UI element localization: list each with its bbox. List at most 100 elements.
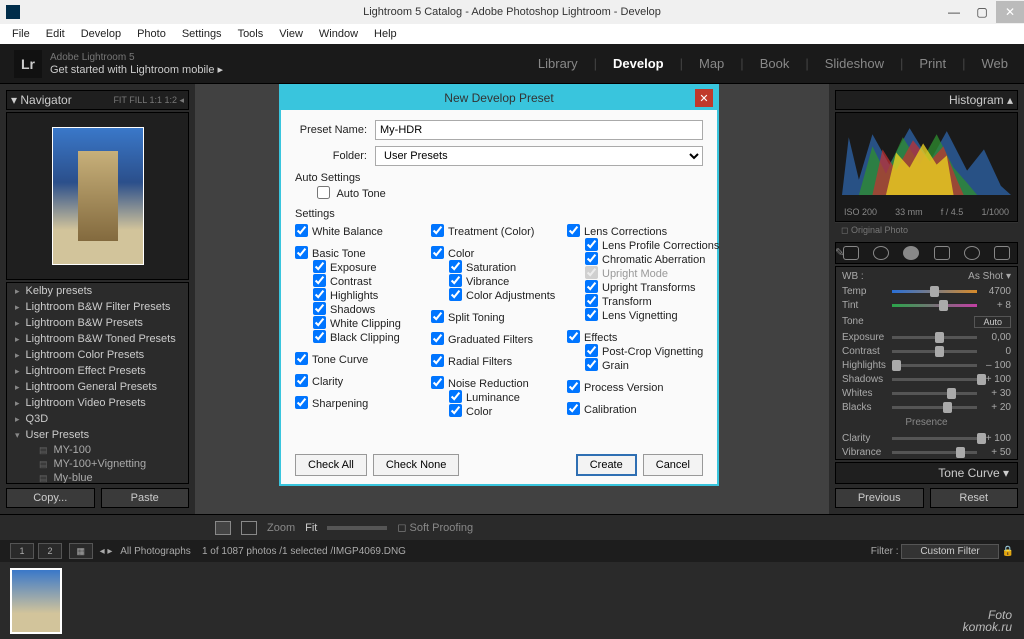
minimize-button[interactable]: — xyxy=(940,1,968,23)
setting-check[interactable]: Black Clipping xyxy=(313,330,431,344)
setting-check[interactable]: Treatment (Color) xyxy=(431,224,567,238)
softproof-toggle[interactable]: ◻ Soft Proofing xyxy=(397,521,473,534)
setting-check[interactable]: Vibrance xyxy=(449,274,567,288)
slider-exposure[interactable]: Exposure0,00 xyxy=(842,330,1011,344)
setting-check[interactable]: Process Version xyxy=(567,380,703,394)
auto-tone-checkbox[interactable]: Auto Tone xyxy=(317,186,703,200)
menu-edit[interactable]: Edit xyxy=(40,26,71,42)
wb-dropdown[interactable]: As Shot ▾ xyxy=(968,271,1011,282)
setting-check[interactable]: Transform xyxy=(585,294,703,308)
grad-tool-icon[interactable] xyxy=(934,246,950,260)
setting-check[interactable]: Lens Corrections xyxy=(567,224,703,238)
menu-window[interactable]: Window xyxy=(313,26,364,42)
setting-check[interactable]: Basic Tone xyxy=(295,246,431,260)
navigator-header[interactable]: ▾ Navigator FIT FILL 1:1 1:2 ◂ xyxy=(6,90,189,110)
setting-check[interactable]: Color xyxy=(449,404,567,418)
preset-group[interactable]: Lightroom General Presets xyxy=(7,379,188,395)
tone-curve-header[interactable]: Tone Curve ▾ xyxy=(835,462,1018,484)
check-all-button[interactable]: Check All xyxy=(295,454,367,476)
redeye-tool-icon[interactable] xyxy=(903,246,919,260)
menu-view[interactable]: View xyxy=(273,26,309,42)
menu-settings[interactable]: Settings xyxy=(176,26,228,42)
module-map[interactable]: Map xyxy=(697,52,726,75)
module-develop[interactable]: Develop xyxy=(611,52,666,75)
paste-button[interactable]: Paste xyxy=(101,488,190,508)
slider-tint[interactable]: Tint+ 8 xyxy=(842,298,1011,312)
copy-button[interactable]: Copy... xyxy=(6,488,95,508)
setting-check[interactable]: White Balance xyxy=(295,224,431,238)
histogram-header[interactable]: Histogram ▴ xyxy=(835,90,1018,110)
setting-check[interactable]: Tone Curve xyxy=(295,352,431,366)
grid-icon[interactable]: ▦ xyxy=(69,543,93,559)
setting-check[interactable]: Lens Vignetting xyxy=(585,308,703,322)
setting-check[interactable]: Exposure xyxy=(313,260,431,274)
setting-check[interactable]: Chromatic Aberration xyxy=(585,252,703,266)
setting-check[interactable]: Sharpening xyxy=(295,396,431,410)
setting-check[interactable]: Color xyxy=(431,246,567,260)
module-slideshow[interactable]: Slideshow xyxy=(823,52,886,75)
slider-vibrance[interactable]: Vibrance+ 50 xyxy=(842,445,1011,459)
check-none-button[interactable]: Check None xyxy=(373,454,460,476)
module-library[interactable]: Library xyxy=(536,52,580,75)
cancel-button[interactable]: Cancel xyxy=(643,454,703,476)
setting-check[interactable]: Saturation xyxy=(449,260,567,274)
preset-item[interactable]: MY-100 xyxy=(7,443,188,457)
brand-line2[interactable]: Get started with Lightroom mobile ▸ xyxy=(50,63,223,76)
setting-check[interactable]: Color Adjustments xyxy=(449,288,567,302)
setting-check[interactable]: White Clipping xyxy=(313,316,431,330)
fit-label[interactable]: Fit xyxy=(305,522,317,534)
create-button[interactable]: Create xyxy=(576,454,637,476)
original-photo-toggle[interactable]: ◻ Original Photo xyxy=(835,222,1018,238)
menu-tools[interactable]: Tools xyxy=(232,26,270,42)
menu-develop[interactable]: Develop xyxy=(75,26,127,42)
setting-check[interactable]: Shadows xyxy=(313,302,431,316)
module-web[interactable]: Web xyxy=(980,52,1011,75)
slider-highlights[interactable]: Highlights– 100 xyxy=(842,358,1011,372)
filmstrip-thumb[interactable] xyxy=(10,568,62,634)
setting-check[interactable]: Contrast xyxy=(313,274,431,288)
auto-tone-button[interactable]: Auto xyxy=(974,316,1011,328)
setting-check[interactable]: Radial Filters xyxy=(431,354,567,368)
slider-shadows[interactable]: Shadows+ 100 xyxy=(842,372,1011,386)
preset-item[interactable]: My-blue xyxy=(7,471,188,484)
spot-tool-icon[interactable] xyxy=(873,246,889,260)
brush-tool-icon[interactable] xyxy=(994,246,1010,260)
setting-check[interactable]: Upright Transforms xyxy=(585,280,703,294)
dialog-titlebar[interactable]: New Develop Preset ✕ xyxy=(281,86,717,110)
menu-help[interactable]: Help xyxy=(368,26,403,42)
setting-check[interactable]: Post-Crop Vignetting xyxy=(585,344,703,358)
slider-contrast[interactable]: Contrast0 xyxy=(842,344,1011,358)
preset-group[interactable]: User Presets xyxy=(7,427,188,443)
nav-next-icon[interactable]: ▸ xyxy=(107,546,112,557)
slider-saturation[interactable]: Saturation+ 20 xyxy=(842,459,1011,460)
preset-item[interactable]: MY-100+Vignetting xyxy=(7,457,188,471)
menu-file[interactable]: File xyxy=(6,26,36,42)
setting-check[interactable]: Luminance xyxy=(449,390,567,404)
preset-group[interactable]: Lightroom Effect Presets xyxy=(7,363,188,379)
filmstrip[interactable]: Fotokomok.ru xyxy=(0,562,1024,639)
setting-check[interactable]: Highlights xyxy=(313,288,431,302)
previous-button[interactable]: Previous xyxy=(835,488,924,508)
filter-lock-icon[interactable]: 🔒 xyxy=(1002,546,1014,557)
compare-view-icon[interactable] xyxy=(241,521,257,535)
preset-group[interactable]: Lightroom B&W Presets xyxy=(7,315,188,331)
slider-blacks[interactable]: Blacks+ 20 xyxy=(842,400,1011,414)
slider-whites[interactable]: Whites+ 30 xyxy=(842,386,1011,400)
slider-temp[interactable]: Temp4700 xyxy=(842,284,1011,298)
dialog-close-icon[interactable]: ✕ xyxy=(695,89,713,107)
eyedropper-icon[interactable]: ✎ xyxy=(835,246,844,259)
preset-name-input[interactable] xyxy=(375,120,703,140)
reset-button[interactable]: Reset xyxy=(930,488,1019,508)
setting-check[interactable]: Lens Profile Corrections xyxy=(585,238,703,252)
menu-photo[interactable]: Photo xyxy=(131,26,172,42)
setting-check[interactable]: Split Toning xyxy=(431,310,567,324)
module-print[interactable]: Print xyxy=(917,52,948,75)
preset-group[interactable]: Lightroom B&W Toned Presets xyxy=(7,331,188,347)
navigator-zoom-opts[interactable]: FIT FILL 1:1 1:2 ◂ xyxy=(113,95,184,106)
filter-dropdown[interactable]: Custom Filter xyxy=(901,544,998,559)
source-path[interactable]: All Photographs xyxy=(120,546,191,557)
setting-check[interactable]: Grain xyxy=(585,358,703,372)
secondary-display-icon[interactable]: 2 xyxy=(38,543,62,559)
setting-check[interactable]: Clarity xyxy=(295,374,431,388)
preset-group[interactable]: Q3D xyxy=(7,411,188,427)
